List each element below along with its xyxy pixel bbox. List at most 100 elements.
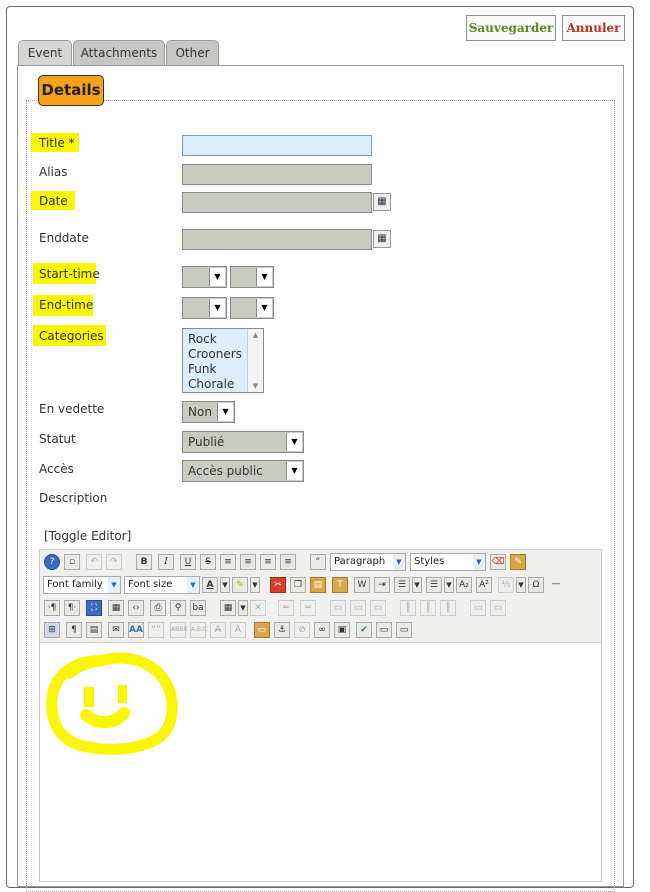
row-before-icon[interactable]: ═	[278, 600, 294, 616]
preview-icon[interactable]: ▦	[108, 600, 124, 616]
horizontal-rule-icon[interactable]: —	[548, 577, 564, 593]
tab-event[interactable]: Event	[18, 40, 72, 65]
search-icon[interactable]: ⚲	[170, 600, 186, 616]
ltr-icon[interactable]: ·¶	[44, 600, 60, 616]
format-select[interactable]: Paragraph ▼	[330, 553, 406, 571]
blockquote-icon[interactable]: “	[310, 554, 326, 570]
tab-other[interactable]: Other	[166, 40, 219, 65]
toggle-editor-link[interactable]: [Toggle Editor]	[44, 529, 131, 543]
del-icon[interactable]: A	[210, 622, 226, 638]
chevron-down-icon[interactable]: ▼	[444, 577, 454, 593]
calendar-icon[interactable]: ▦	[373, 193, 391, 211]
save-button[interactable]: Sauvegarder	[466, 15, 556, 41]
editor-content-area[interactable]	[39, 642, 602, 882]
ins-icon[interactable]: A	[230, 622, 246, 638]
style-props-icon[interactable]: AA	[128, 622, 144, 638]
alias-input[interactable]	[182, 164, 372, 185]
cell-props-icon[interactable]: ▭	[350, 600, 366, 616]
eraser-icon[interactable]: ⌫	[490, 554, 506, 570]
access-select[interactable]: Accès public ▼	[182, 460, 304, 482]
cite-icon[interactable]: “”	[148, 622, 164, 638]
new-document-icon[interactable]: ▫	[64, 554, 80, 570]
chevron-down-icon[interactable]: ▼	[220, 577, 230, 593]
scrollbar[interactable]: ▲ ▼	[247, 329, 263, 392]
visual-aid-icon[interactable]: ⊞	[44, 622, 60, 638]
align-left-icon[interactable]: ≡	[260, 554, 276, 570]
superscript-icon[interactable]: A²	[476, 577, 492, 593]
chevron-down-icon[interactable]: ▼	[516, 577, 526, 593]
status-select[interactable]: Publié ▼	[182, 431, 304, 453]
paste-word-icon[interactable]: W	[354, 577, 370, 593]
cut-icon[interactable]: ✂	[270, 577, 286, 593]
readmore-icon[interactable]: ▭	[396, 622, 412, 638]
abbr-icon[interactable]: ABBR	[170, 622, 188, 638]
tab-attachments[interactable]: Attachments	[73, 40, 165, 65]
start-hour-select[interactable]: ▼	[182, 266, 227, 288]
enddate-input[interactable]	[182, 229, 372, 250]
delete-row-icon[interactable]: ▭	[370, 600, 386, 616]
strikethrough-icon[interactable]: S	[200, 554, 216, 570]
show-blocks-icon[interactable]: ¶	[66, 622, 82, 638]
delete-table-icon[interactable]: ✕	[250, 600, 266, 616]
calendar-icon[interactable]: ▦	[373, 230, 391, 248]
layer-icon[interactable]: ✉	[108, 622, 124, 638]
template-icon[interactable]: ▤	[86, 622, 102, 638]
link-icon[interactable]: ∞	[314, 622, 330, 638]
col-after-icon[interactable]: ║	[420, 600, 436, 616]
rtl-icon[interactable]: ¶·	[64, 600, 80, 616]
print-icon[interactable]: ⎙	[150, 600, 166, 616]
chevron-down-icon[interactable]: ▼	[238, 600, 248, 616]
font-family-select[interactable]: Font family ▼	[43, 576, 121, 594]
paste-icon[interactable]: ▤	[310, 577, 326, 593]
align-justify-icon[interactable]: ≡	[220, 554, 236, 570]
help-icon[interactable]: ?	[44, 554, 60, 570]
chevron-down-icon[interactable]: ▼	[412, 577, 422, 593]
featured-select[interactable]: Non ▼	[182, 401, 235, 423]
omega-icon[interactable]: Ω	[528, 577, 544, 593]
unlink-icon[interactable]: ⊘	[294, 622, 310, 638]
date-input[interactable]	[182, 192, 372, 213]
cleanup-brush-icon[interactable]: ✎	[510, 554, 526, 570]
symbol-icon[interactable]: ⅓	[498, 577, 514, 593]
title-input[interactable]	[182, 135, 372, 156]
end-minute-select[interactable]: ▼	[230, 297, 274, 319]
categories-listbox[interactable]: Rock Crooners Funk Chorale ▲ ▼	[182, 328, 264, 393]
col-before-icon[interactable]: ║	[400, 600, 416, 616]
align-right-icon[interactable]: ≡	[280, 554, 296, 570]
text-color-icon[interactable]: A	[202, 577, 218, 593]
delete-col-icon[interactable]: ║	[440, 600, 456, 616]
start-minute-select[interactable]: ▼	[230, 266, 274, 288]
merge-cells-icon[interactable]: ▭	[470, 600, 486, 616]
row-after-icon[interactable]: ═	[300, 600, 316, 616]
acronym-icon[interactable]: A.B.C	[190, 622, 207, 638]
subscript-icon[interactable]: A₂	[456, 577, 472, 593]
cancel-button[interactable]: Annuler	[562, 15, 625, 41]
highlight-color-icon[interactable]: ✎	[232, 577, 248, 593]
copy-icon[interactable]: ❐	[290, 577, 306, 593]
align-center-icon[interactable]: ≡	[240, 554, 256, 570]
chevron-down-icon[interactable]: ▼	[250, 577, 260, 593]
spellcheck-icon[interactable]: ✔	[356, 622, 372, 638]
row-props-icon[interactable]: ▭	[330, 600, 346, 616]
underline-icon[interactable]: U	[180, 554, 196, 570]
code-icon[interactable]: ‹›	[128, 600, 144, 616]
undo-icon[interactable]: ↶	[86, 554, 102, 570]
end-hour-select[interactable]: ▼	[182, 297, 227, 319]
replace-icon[interactable]: ba	[190, 600, 206, 616]
redo-icon[interactable]: ↷	[106, 554, 122, 570]
bold-icon[interactable]: B	[136, 554, 152, 570]
insert-table-icon[interactable]: ▭	[376, 622, 392, 638]
bullet-list-icon[interactable]: ☰	[426, 577, 442, 593]
anchor-icon[interactable]: ⚓	[274, 622, 290, 638]
font-size-select[interactable]: Font size ▼	[124, 576, 200, 594]
numbered-list-icon[interactable]: ☰	[394, 577, 410, 593]
indent-icon[interactable]: ⇥	[374, 577, 390, 593]
fullscreen-icon[interactable]: ⛶	[86, 600, 102, 616]
paste-text-icon[interactable]: T	[332, 577, 348, 593]
italic-icon[interactable]: I	[158, 554, 174, 570]
image-icon[interactable]: ▣	[334, 622, 350, 638]
split-cells-icon[interactable]: ▭	[490, 600, 506, 616]
table-icon[interactable]: ▦	[220, 600, 236, 616]
styles-select[interactable]: Styles ▼	[410, 553, 486, 571]
attributes-icon[interactable]: ▭	[254, 622, 270, 638]
